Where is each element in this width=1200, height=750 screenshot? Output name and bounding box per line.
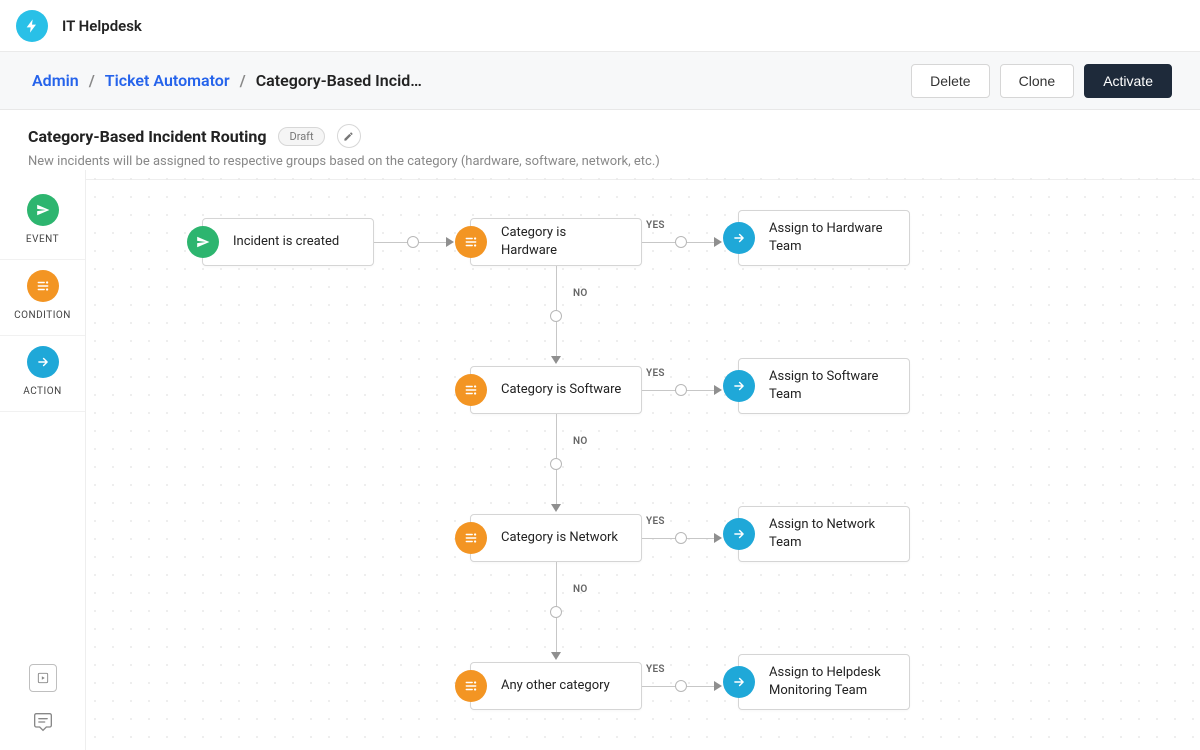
chat-icon [33, 712, 53, 732]
node-act-2[interactable]: Assign to Software Team [738, 358, 910, 414]
arrow-right-icon [714, 385, 722, 395]
rail-condition[interactable]: CONDITION [0, 260, 85, 336]
node-cond4-label: Any other category [487, 677, 628, 695]
connector-port[interactable] [675, 384, 687, 396]
node-cond3-label: Category is Network [487, 529, 636, 547]
arrow-right-icon [446, 237, 454, 247]
rail-condition-label: CONDITION [14, 310, 71, 321]
node-act-3[interactable]: Assign to Network Team [738, 506, 910, 562]
node-event[interactable]: Incident is created [202, 218, 374, 266]
breadcrumb-sep: / [89, 71, 95, 90]
node-act-4[interactable]: Assign to Helpdesk Monitoring Team [738, 654, 910, 710]
breadcrumb-admin[interactable]: Admin [32, 71, 79, 90]
edge-yes-2: YES [646, 368, 665, 379]
side-rail: EVENT CONDITION ACTION [0, 170, 86, 750]
rail-action[interactable]: ACTION [0, 336, 85, 412]
arrow-right-icon [714, 533, 722, 543]
breadcrumb: Admin / Ticket Automator / Category-Base… [28, 71, 901, 90]
event-icon [27, 194, 59, 226]
pencil-icon [343, 131, 354, 142]
play-icon [36, 671, 50, 685]
arrow-down-icon [551, 652, 561, 660]
node-act3-label: Assign to Network Team [755, 516, 909, 551]
edge-no-2: NO [573, 436, 588, 447]
play-tutorial-button[interactable] [29, 664, 57, 692]
connector-port[interactable] [675, 532, 687, 544]
node-cond1-label: Category is Hardware [487, 224, 641, 259]
topbar: IT Helpdesk [0, 0, 1200, 52]
node-cond-1[interactable]: Category is Hardware [470, 218, 642, 266]
node-act2-label: Assign to Software Team [755, 368, 909, 403]
page-title-row: Category-Based Incident Routing Draft [28, 124, 1172, 148]
condition-icon [455, 374, 487, 406]
app-logo [16, 10, 48, 42]
action-icon [27, 346, 59, 378]
condition-icon [27, 270, 59, 302]
connector-port[interactable] [550, 458, 562, 470]
event-icon [187, 226, 219, 258]
condition-icon [455, 226, 487, 258]
condition-icon [455, 522, 487, 554]
edge-yes-1: YES [646, 220, 665, 231]
edit-button[interactable] [337, 124, 361, 148]
page-title: Category-Based Incident Routing [28, 127, 266, 146]
rail-bottom [0, 664, 86, 736]
connector-port[interactable] [675, 680, 687, 692]
actionbar: Admin / Ticket Automator / Category-Base… [0, 52, 1200, 110]
app-title: IT Helpdesk [62, 17, 142, 35]
arrow-right-icon [714, 681, 722, 691]
connector-port[interactable] [407, 236, 419, 248]
node-cond-4[interactable]: Any other category [470, 662, 642, 710]
status-badge: Draft [278, 127, 324, 146]
action-icon [723, 518, 755, 550]
connector-port[interactable] [675, 236, 687, 248]
node-event-label: Incident is created [219, 233, 357, 251]
node-cond-3[interactable]: Category is Network [470, 514, 642, 562]
edge-no-3: NO [573, 584, 588, 595]
workspace: EVENT CONDITION ACTION [0, 170, 1200, 750]
condition-icon [455, 670, 487, 702]
action-icon [723, 370, 755, 402]
clone-button[interactable]: Clone [1000, 64, 1075, 98]
breadcrumb-automator[interactable]: Ticket Automator [105, 71, 230, 90]
action-icon [723, 222, 755, 254]
arrow-right-icon [714, 237, 722, 247]
rail-action-label: ACTION [23, 386, 62, 397]
page-description: New incidents will be assigned to respec… [28, 154, 1172, 169]
node-act-1[interactable]: Assign to Hardware Team [738, 210, 910, 266]
node-act1-label: Assign to Hardware Team [755, 220, 909, 255]
breadcrumb-sep: / [240, 71, 246, 90]
arrow-down-icon [551, 356, 561, 364]
activate-button[interactable]: Activate [1084, 64, 1172, 98]
node-cond2-label: Category is Software [487, 381, 639, 399]
connector-port[interactable] [550, 310, 562, 322]
breadcrumb-current: Category-Based Incid… [256, 71, 422, 90]
feedback-button[interactable] [29, 708, 57, 736]
arrow-down-icon [551, 504, 561, 512]
node-act4-label: Assign to Helpdesk Monitoring Team [755, 664, 909, 699]
flow-canvas[interactable]: Incident is created Category is Hardware… [86, 170, 1200, 750]
edge-no-1: NO [573, 288, 588, 299]
connector-port[interactable] [550, 606, 562, 618]
action-icon [723, 666, 755, 698]
edge-yes-3: YES [646, 516, 665, 527]
delete-button[interactable]: Delete [911, 64, 989, 98]
edge-yes-4: YES [646, 664, 665, 675]
node-cond-2[interactable]: Category is Software [470, 366, 642, 414]
rail-event-label: EVENT [26, 234, 59, 245]
rail-event[interactable]: EVENT [0, 184, 85, 260]
